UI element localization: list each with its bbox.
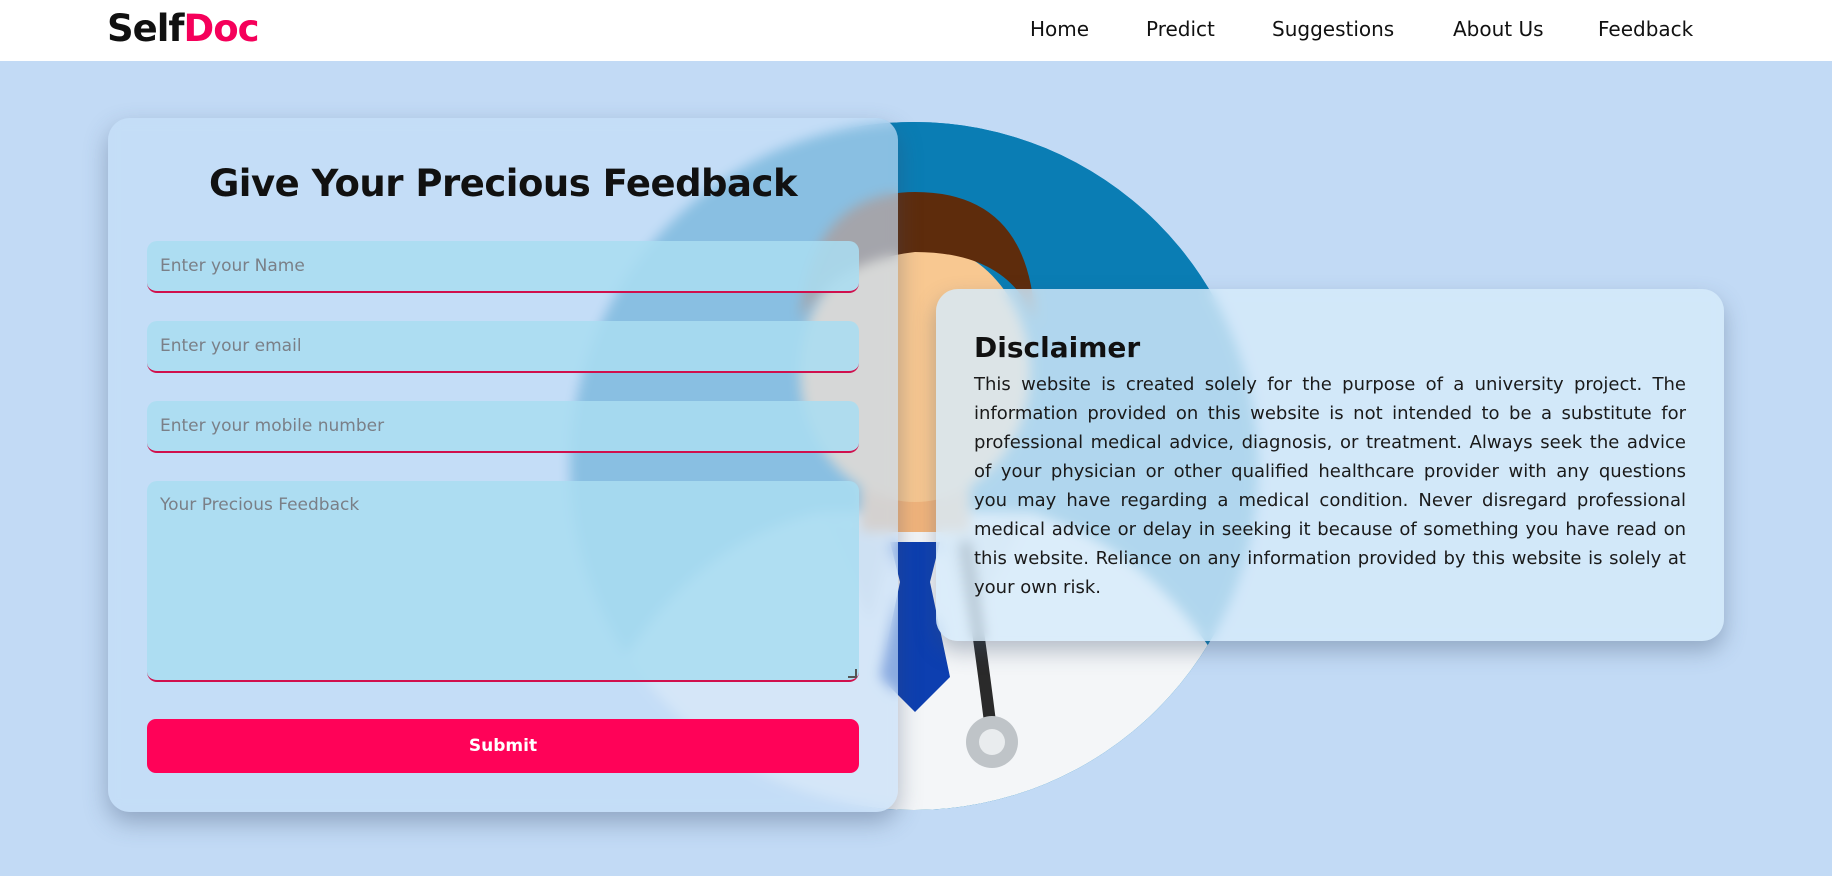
email-input[interactable]: Enter your email <box>147 321 859 373</box>
nav-suggestions[interactable]: Suggestions <box>1272 17 1394 41</box>
feedback-form: Give Your Precious Feedback Enter your N… <box>108 118 898 812</box>
nav-predict[interactable]: Predict <box>1146 17 1215 41</box>
nav-about-us[interactable]: About Us <box>1453 17 1544 41</box>
mobile-input[interactable]: Enter your mobile number <box>147 401 859 453</box>
disclaimer-card: Disclaimer This website is created solel… <box>936 289 1724 641</box>
disclaimer-text: This website is created solely for the p… <box>974 374 1686 598</box>
disclaimer-title: Disclaimer <box>974 331 1141 364</box>
submit-button[interactable]: Submit <box>147 719 859 773</box>
nav-home[interactable]: Home <box>1030 17 1089 41</box>
form-title: Give Your Precious Feedback <box>208 162 798 205</box>
name-input[interactable]: Enter your Name <box>147 241 859 293</box>
nav-feedback[interactable]: Feedback <box>1598 17 1693 41</box>
navbar: SelfDoc Home Predict Suggestions About U… <box>0 0 1832 61</box>
feedback-textarea[interactable]: Your Precious Feedback <box>147 481 859 682</box>
nav-links: Home Predict Suggestions About Us Feedba… <box>0 17 1832 47</box>
resize-grip-icon[interactable] <box>848 669 857 678</box>
feedback-placeholder: Your Precious Feedback <box>160 495 360 515</box>
